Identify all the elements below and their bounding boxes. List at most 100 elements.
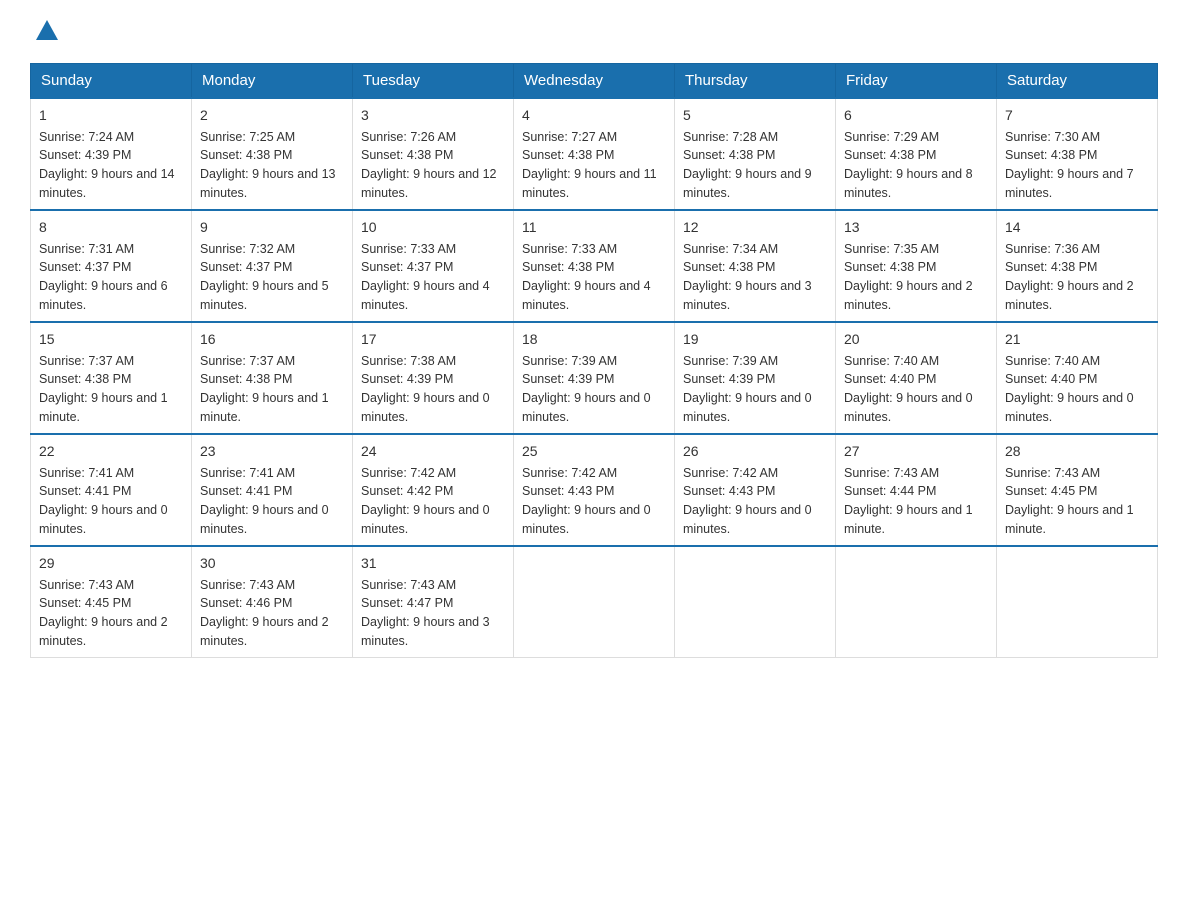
calendar-week-5: 29 Sunrise: 7:43 AMSunset: 4:45 PMDayligh… (31, 546, 1158, 658)
day-info: Sunrise: 7:37 AMSunset: 4:38 PMDaylight:… (39, 354, 168, 424)
day-number: 5 (683, 105, 827, 126)
calendar-cell: 2 Sunrise: 7:25 AMSunset: 4:38 PMDaylight… (192, 98, 353, 210)
calendar-cell: 12 Sunrise: 7:34 AMSunset: 4:38 PMDayligh… (675, 210, 836, 322)
day-number: 18 (522, 329, 666, 350)
calendar-header-wednesday: Wednesday (514, 63, 675, 98)
day-info: Sunrise: 7:39 AMSunset: 4:39 PMDaylight:… (683, 354, 812, 424)
calendar-week-1: 1Sunrise: 7:24 AMSunset: 4:39 PMDaylight… (31, 98, 1158, 210)
day-number: 6 (844, 105, 988, 126)
day-info: Sunrise: 7:39 AMSunset: 4:39 PMDaylight:… (522, 354, 651, 424)
day-info: Sunrise: 7:37 AMSunset: 4:38 PMDaylight:… (200, 354, 329, 424)
calendar-header-sunday: Sunday (31, 63, 192, 98)
calendar-header-row: SundayMondayTuesdayWednesdayThursdayFrid… (31, 63, 1158, 98)
calendar-cell: 20Sunrise: 7:40 AMSunset: 4:40 PMDayligh… (836, 322, 997, 434)
day-info: Sunrise: 7:28 AMSunset: 4:38 PMDaylight:… (683, 130, 812, 200)
day-number: 19 (683, 329, 827, 350)
day-info: Sunrise: 7:40 AMSunset: 4:40 PMDaylight:… (844, 354, 973, 424)
day-info: Sunrise: 7:42 AMSunset: 4:43 PMDaylight:… (683, 466, 812, 536)
day-number: 31 (361, 553, 505, 574)
day-info: Sunrise: 7:42 AMSunset: 4:43 PMDaylight:… (522, 466, 651, 536)
calendar-cell: 9 Sunrise: 7:32 AMSunset: 4:37 PMDaylight… (192, 210, 353, 322)
day-info: Sunrise: 7:33 AMSunset: 4:38 PMDaylight:… (522, 242, 651, 312)
calendar-header-thursday: Thursday (675, 63, 836, 98)
day-info: Sunrise: 7:36 AMSunset: 4:38 PMDaylight:… (1005, 242, 1134, 312)
calendar-cell: 19 Sunrise: 7:39 AMSunset: 4:39 PMDayligh… (675, 322, 836, 434)
day-number: 30 (200, 553, 344, 574)
calendar-cell (514, 546, 675, 658)
calendar-cell: 23 Sunrise: 7:41 AMSunset: 4:41 PMDayligh… (192, 434, 353, 546)
calendar-cell: 29 Sunrise: 7:43 AMSunset: 4:45 PMDayligh… (31, 546, 192, 658)
day-info: Sunrise: 7:25 AMSunset: 4:38 PMDaylight:… (200, 130, 336, 200)
day-info: Sunrise: 7:34 AMSunset: 4:38 PMDaylight:… (683, 242, 812, 312)
day-info: Sunrise: 7:41 AMSunset: 4:41 PMDaylight:… (200, 466, 329, 536)
calendar-cell: 26Sunrise: 7:42 AMSunset: 4:43 PMDayligh… (675, 434, 836, 546)
day-info: Sunrise: 7:40 AMSunset: 4:40 PMDaylight:… (1005, 354, 1134, 424)
calendar-cell: 8 Sunrise: 7:31 AMSunset: 4:37 PMDaylight… (31, 210, 192, 322)
day-number: 13 (844, 217, 988, 238)
calendar-cell (675, 546, 836, 658)
calendar-cell: 25 Sunrise: 7:42 AMSunset: 4:43 PMDayligh… (514, 434, 675, 546)
day-number: 3 (361, 105, 505, 126)
calendar-header-monday: Monday (192, 63, 353, 98)
logo (30, 20, 58, 43)
day-number: 8 (39, 217, 183, 238)
day-info: Sunrise: 7:43 AMSunset: 4:45 PMDaylight:… (1005, 466, 1134, 536)
calendar-cell: 31Sunrise: 7:43 AMSunset: 4:47 PMDayligh… (353, 546, 514, 658)
day-number: 15 (39, 329, 183, 350)
calendar-cell: 30Sunrise: 7:43 AMSunset: 4:46 PMDayligh… (192, 546, 353, 658)
calendar-cell: 24 Sunrise: 7:42 AMSunset: 4:42 PMDayligh… (353, 434, 514, 546)
calendar-cell: 6 Sunrise: 7:29 AMSunset: 4:38 PMDaylight… (836, 98, 997, 210)
day-number: 24 (361, 441, 505, 462)
day-info: Sunrise: 7:31 AMSunset: 4:37 PMDaylight:… (39, 242, 168, 312)
day-number: 4 (522, 105, 666, 126)
calendar-cell: 7 Sunrise: 7:30 AMSunset: 4:38 PMDaylight… (997, 98, 1158, 210)
day-number: 11 (522, 217, 666, 238)
day-number: 28 (1005, 441, 1149, 462)
day-number: 2 (200, 105, 344, 126)
calendar-cell (836, 546, 997, 658)
calendar-cell (997, 546, 1158, 658)
day-info: Sunrise: 7:24 AMSunset: 4:39 PMDaylight:… (39, 130, 175, 200)
day-info: Sunrise: 7:29 AMSunset: 4:38 PMDaylight:… (844, 130, 973, 200)
calendar-cell: 14 Sunrise: 7:36 AMSunset: 4:38 PMDayligh… (997, 210, 1158, 322)
day-number: 10 (361, 217, 505, 238)
calendar-cell: 1Sunrise: 7:24 AMSunset: 4:39 PMDaylight… (31, 98, 192, 210)
day-info: Sunrise: 7:26 AMSunset: 4:38 PMDaylight:… (361, 130, 497, 200)
day-number: 17 (361, 329, 505, 350)
calendar-cell: 11 Sunrise: 7:33 AMSunset: 4:38 PMDayligh… (514, 210, 675, 322)
day-number: 29 (39, 553, 183, 574)
day-number: 9 (200, 217, 344, 238)
calendar-cell: 5 Sunrise: 7:28 AMSunset: 4:38 PMDaylight… (675, 98, 836, 210)
day-info: Sunrise: 7:30 AMSunset: 4:38 PMDaylight:… (1005, 130, 1134, 200)
calendar-cell: 3 Sunrise: 7:26 AMSunset: 4:38 PMDaylight… (353, 98, 514, 210)
calendar-header-friday: Friday (836, 63, 997, 98)
calendar-cell: 17Sunrise: 7:38 AMSunset: 4:39 PMDayligh… (353, 322, 514, 434)
day-number: 23 (200, 441, 344, 462)
calendar-cell: 22 Sunrise: 7:41 AMSunset: 4:41 PMDayligh… (31, 434, 192, 546)
day-info: Sunrise: 7:41 AMSunset: 4:41 PMDaylight:… (39, 466, 168, 536)
day-number: 7 (1005, 105, 1149, 126)
calendar-cell: 4 Sunrise: 7:27 AMSunset: 4:38 PMDaylight… (514, 98, 675, 210)
calendar-week-4: 22 Sunrise: 7:41 AMSunset: 4:41 PMDayligh… (31, 434, 1158, 546)
day-info: Sunrise: 7:42 AMSunset: 4:42 PMDaylight:… (361, 466, 490, 536)
calendar-table: SundayMondayTuesdayWednesdayThursdayFrid… (30, 63, 1158, 658)
calendar-cell: 21Sunrise: 7:40 AMSunset: 4:40 PMDayligh… (997, 322, 1158, 434)
day-info: Sunrise: 7:43 AMSunset: 4:44 PMDaylight:… (844, 466, 973, 536)
calendar-header-tuesday: Tuesday (353, 63, 514, 98)
calendar-cell: 16 Sunrise: 7:37 AMSunset: 4:38 PMDayligh… (192, 322, 353, 434)
day-info: Sunrise: 7:32 AMSunset: 4:37 PMDaylight:… (200, 242, 329, 312)
day-info: Sunrise: 7:35 AMSunset: 4:38 PMDaylight:… (844, 242, 973, 312)
day-info: Sunrise: 7:27 AMSunset: 4:38 PMDaylight:… (522, 130, 657, 200)
day-info: Sunrise: 7:33 AMSunset: 4:37 PMDaylight:… (361, 242, 490, 312)
calendar-header-saturday: Saturday (997, 63, 1158, 98)
day-number: 14 (1005, 217, 1149, 238)
calendar-cell: 10 Sunrise: 7:33 AMSunset: 4:37 PMDayligh… (353, 210, 514, 322)
calendar-cell: 27 Sunrise: 7:43 AMSunset: 4:44 PMDayligh… (836, 434, 997, 546)
day-number: 27 (844, 441, 988, 462)
day-info: Sunrise: 7:43 AMSunset: 4:45 PMDaylight:… (39, 578, 168, 648)
day-number: 16 (200, 329, 344, 350)
day-number: 25 (522, 441, 666, 462)
calendar-week-2: 8 Sunrise: 7:31 AMSunset: 4:37 PMDaylight… (31, 210, 1158, 322)
day-number: 12 (683, 217, 827, 238)
day-number: 22 (39, 441, 183, 462)
